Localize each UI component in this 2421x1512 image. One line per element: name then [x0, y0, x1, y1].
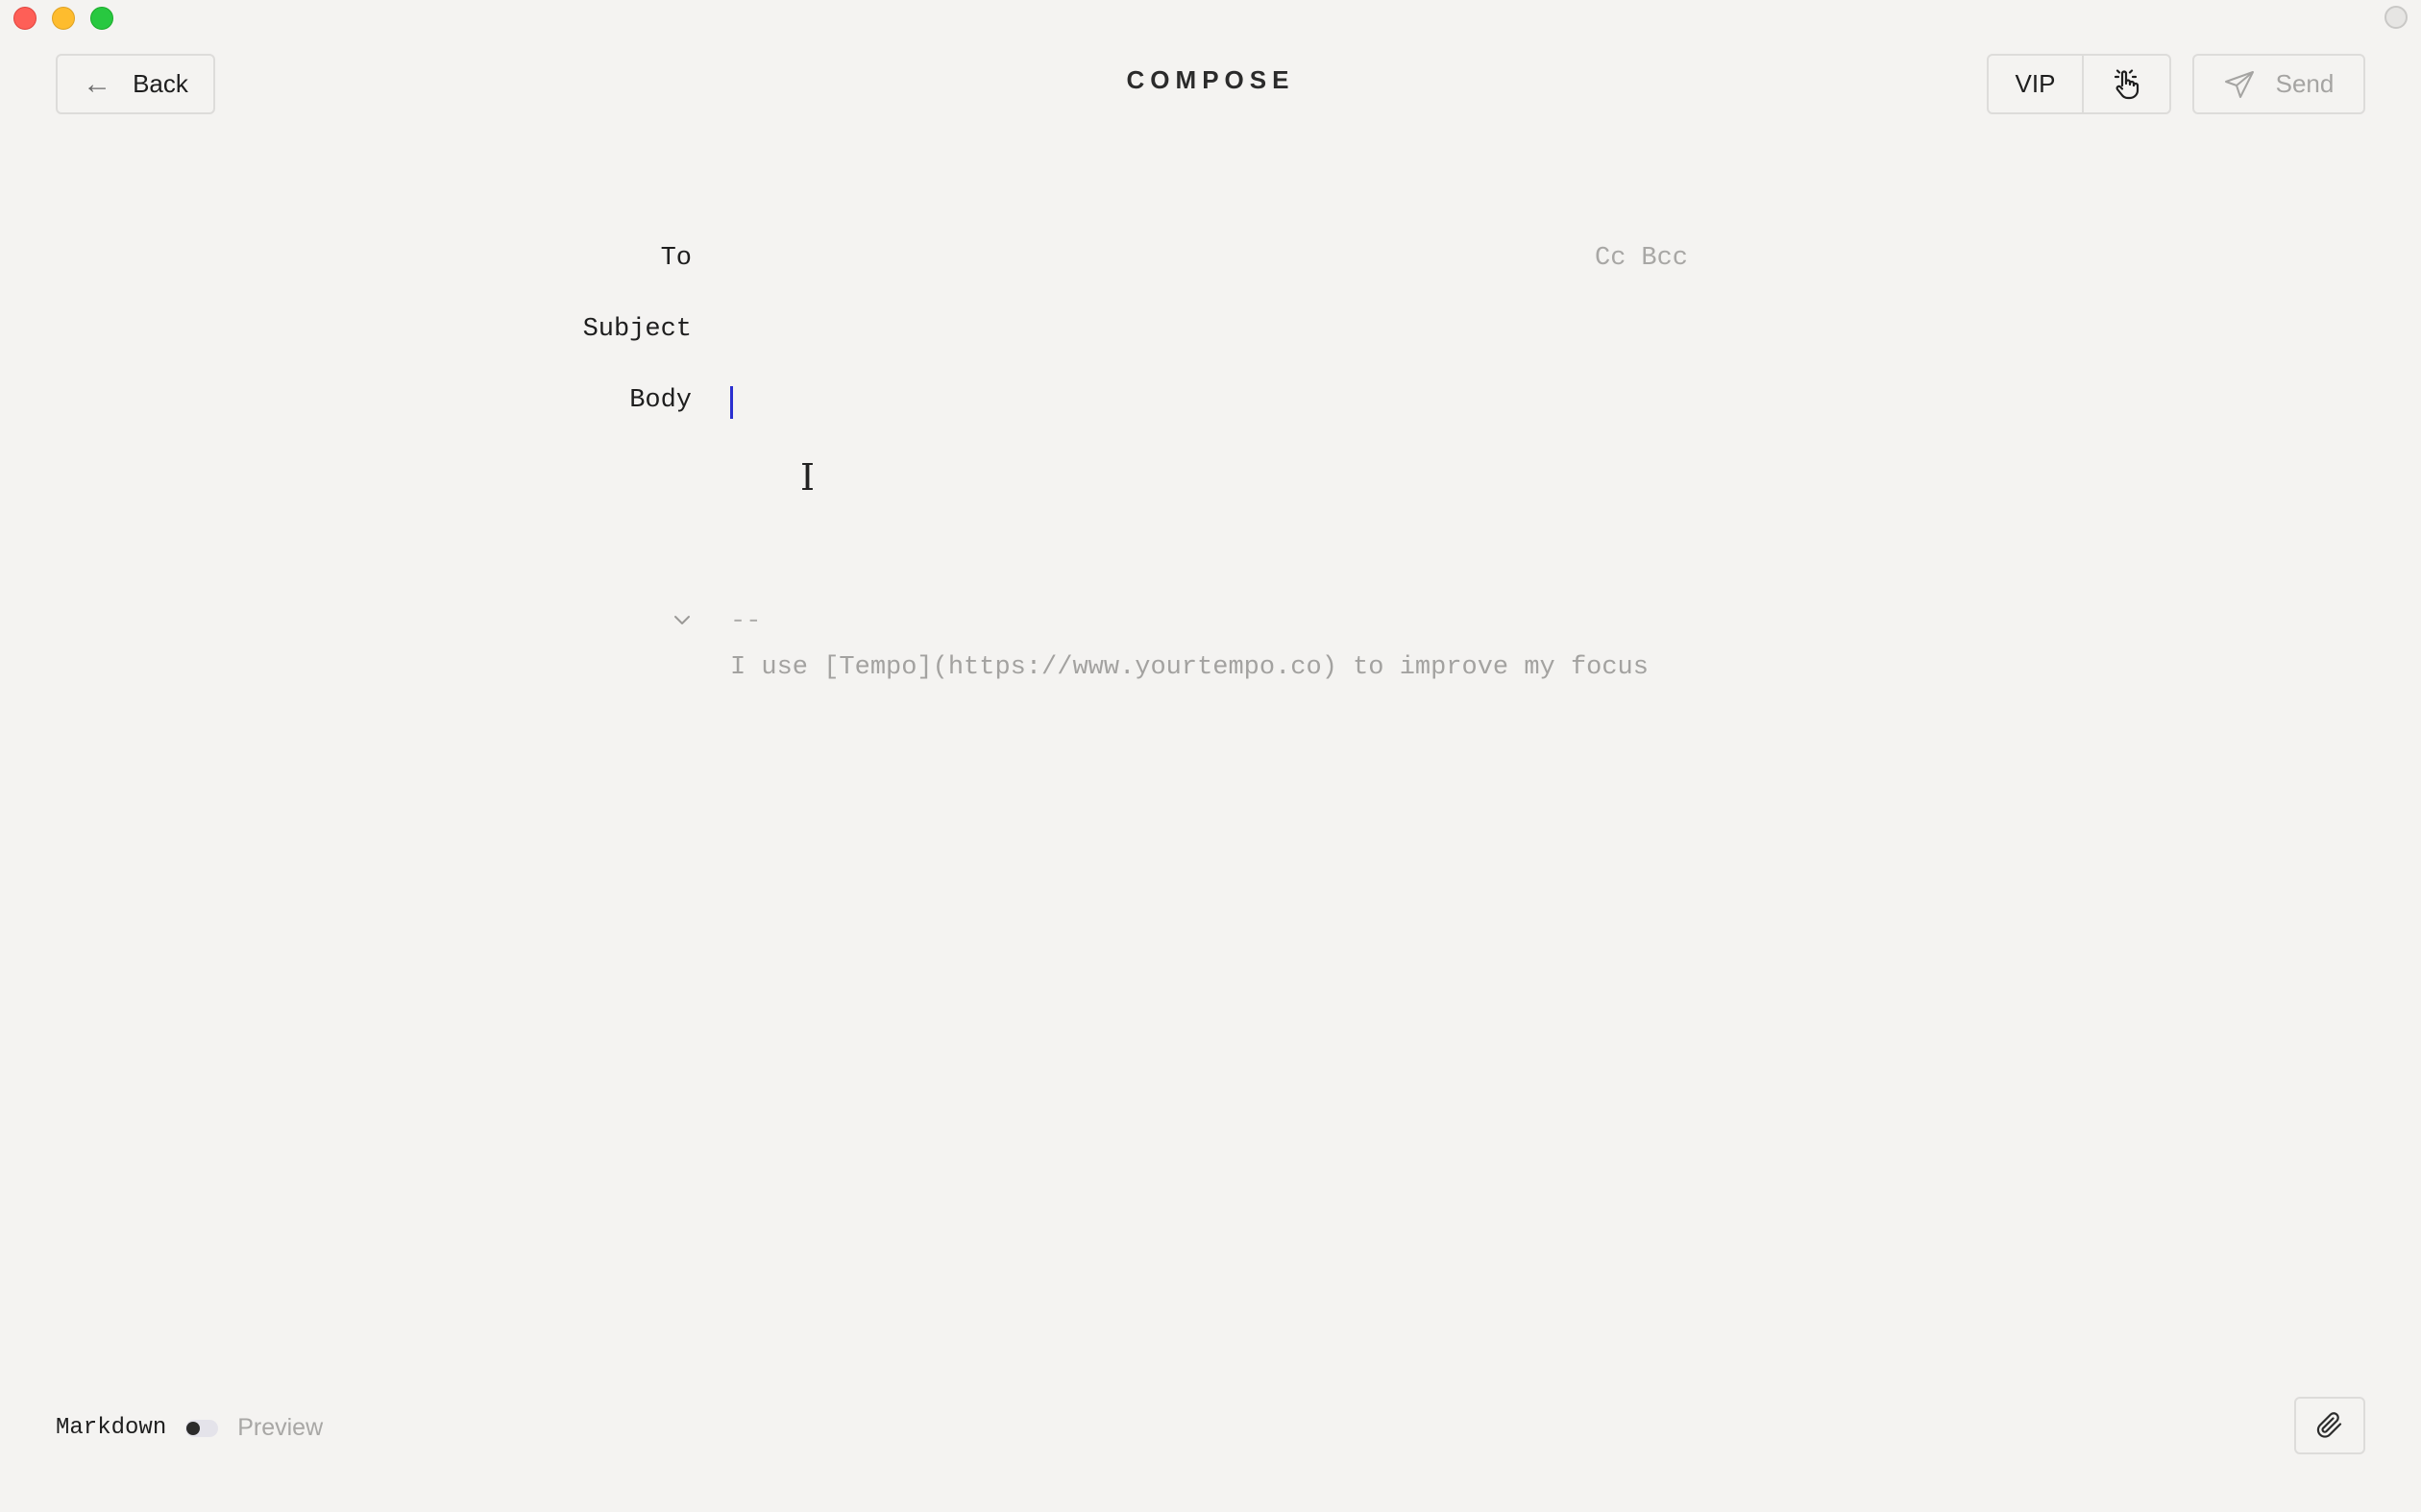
paper-plane-icon [2224, 70, 2254, 98]
preview-label: Preview [237, 1414, 324, 1441]
attach-button[interactable] [2294, 1397, 2365, 1454]
toggle-knob [186, 1421, 201, 1435]
minimize-window-button[interactable] [52, 7, 75, 30]
compose-window: ← Back COMPOSE VIP Send To Cc Bcc Subjec… [0, 0, 2421, 1512]
zoom-window-button[interactable] [90, 7, 113, 30]
body-text-caret[interactable] [730, 386, 733, 419]
cc-button[interactable]: Cc [1595, 244, 1626, 273]
chevron-down-icon [674, 616, 690, 624]
close-window-button[interactable] [13, 7, 37, 30]
paperclip-icon [2316, 1412, 2342, 1438]
ibeam-cursor-icon: I [800, 456, 816, 499]
handoff-button[interactable] [2084, 56, 2169, 112]
to-label: To [660, 244, 692, 273]
cc-bcc-links: Cc Bcc [1595, 244, 1688, 273]
bcc-button[interactable]: Bcc [1641, 244, 1688, 273]
markdown-label: Markdown [56, 1415, 167, 1441]
signature-separator: -- [730, 607, 762, 636]
send-button-label: Send [2275, 69, 2335, 98]
markdown-preview-toggle[interactable] [185, 1419, 219, 1437]
editor-mode-switch: Markdown Preview [56, 1414, 323, 1442]
body-label: Body [629, 386, 692, 415]
send-button[interactable]: Send [2192, 54, 2365, 114]
vip-button[interactable]: VIP [1989, 56, 2084, 112]
hand-pointer-icon [2114, 68, 2139, 99]
vip-button-group: VIP [1987, 54, 2171, 114]
signature-text[interactable]: I use [Tempo](https://www.yourtempo.co) … [730, 653, 1649, 682]
subject-label: Subject [582, 315, 692, 344]
status-indicator [2384, 6, 2408, 29]
signature-collapse-button[interactable] [672, 613, 692, 631]
window-controls [13, 7, 113, 30]
